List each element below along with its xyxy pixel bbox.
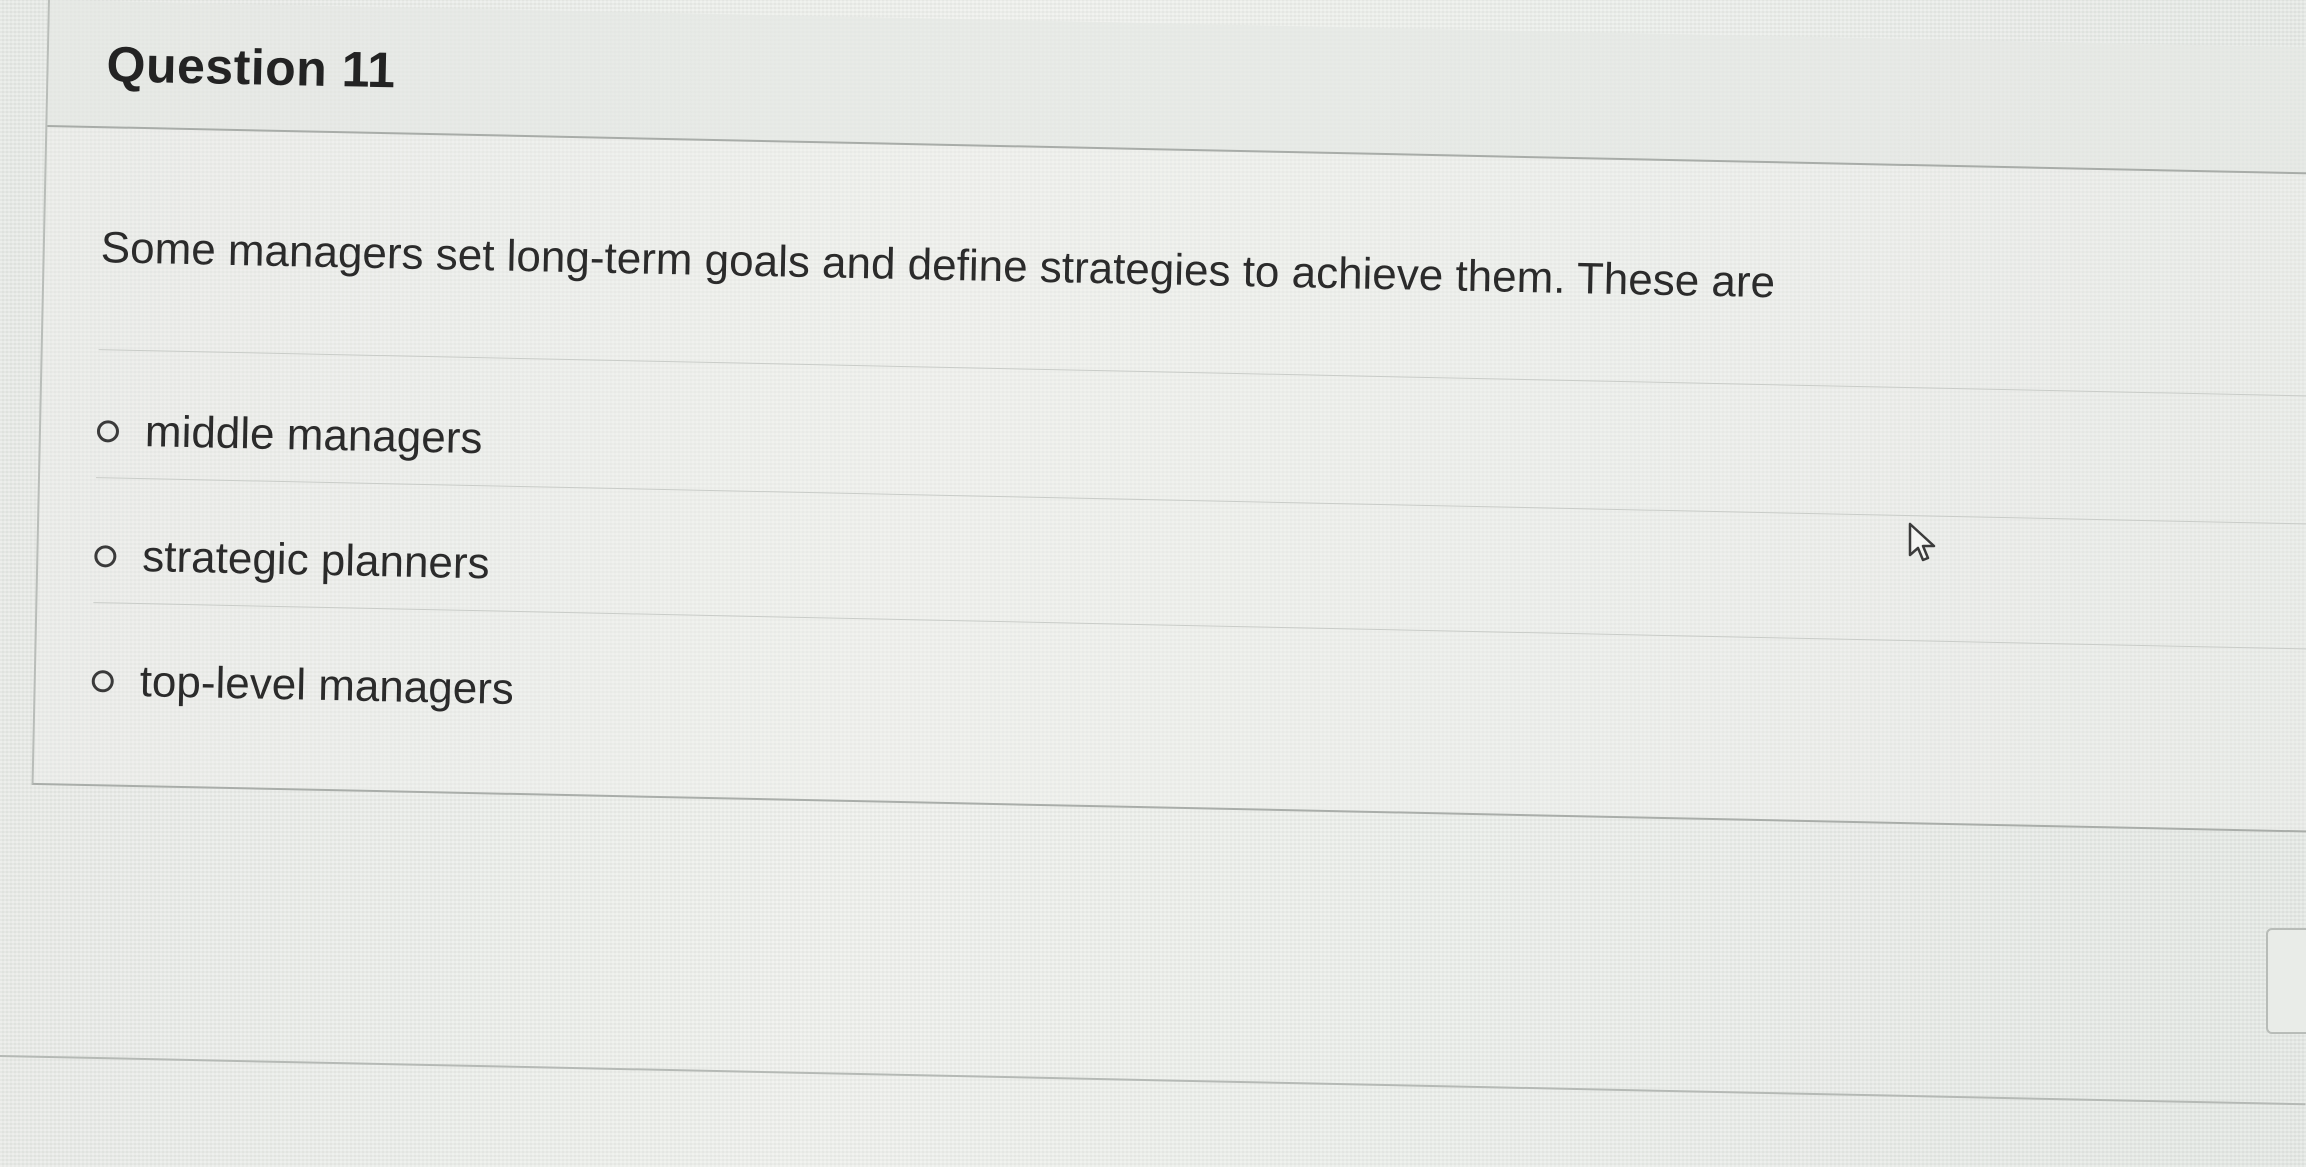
option-top-level-managers[interactable]: top-level managers [91,656,514,715]
question-card: Question 11 Some managers set long-term … [31,0,2306,833]
option-label: middle managers [144,407,483,464]
quiz-page: Question 11 Some managers set long-term … [0,0,2306,1167]
radio-button-icon[interactable] [91,670,114,693]
divider [95,477,2306,525]
radio-button-icon[interactable] [94,545,117,568]
question-header: Question 11 [47,0,2306,175]
divider [0,1055,2306,1106]
question-title: Question 11 [106,36,397,99]
option-middle-managers[interactable]: middle managers [96,406,483,464]
mouse-pointer-icon [1908,522,1936,562]
option-label: strategic planners [141,532,491,589]
divider [93,602,2306,650]
option-label: top-level managers [139,657,515,714]
option-strategic-planners[interactable]: strategic planners [94,531,490,589]
radio-button-icon[interactable] [96,420,120,443]
divider [98,349,2306,397]
side-panel-edge [2266,928,2306,1034]
question-text: Some managers set long-term goals and de… [100,223,1776,308]
